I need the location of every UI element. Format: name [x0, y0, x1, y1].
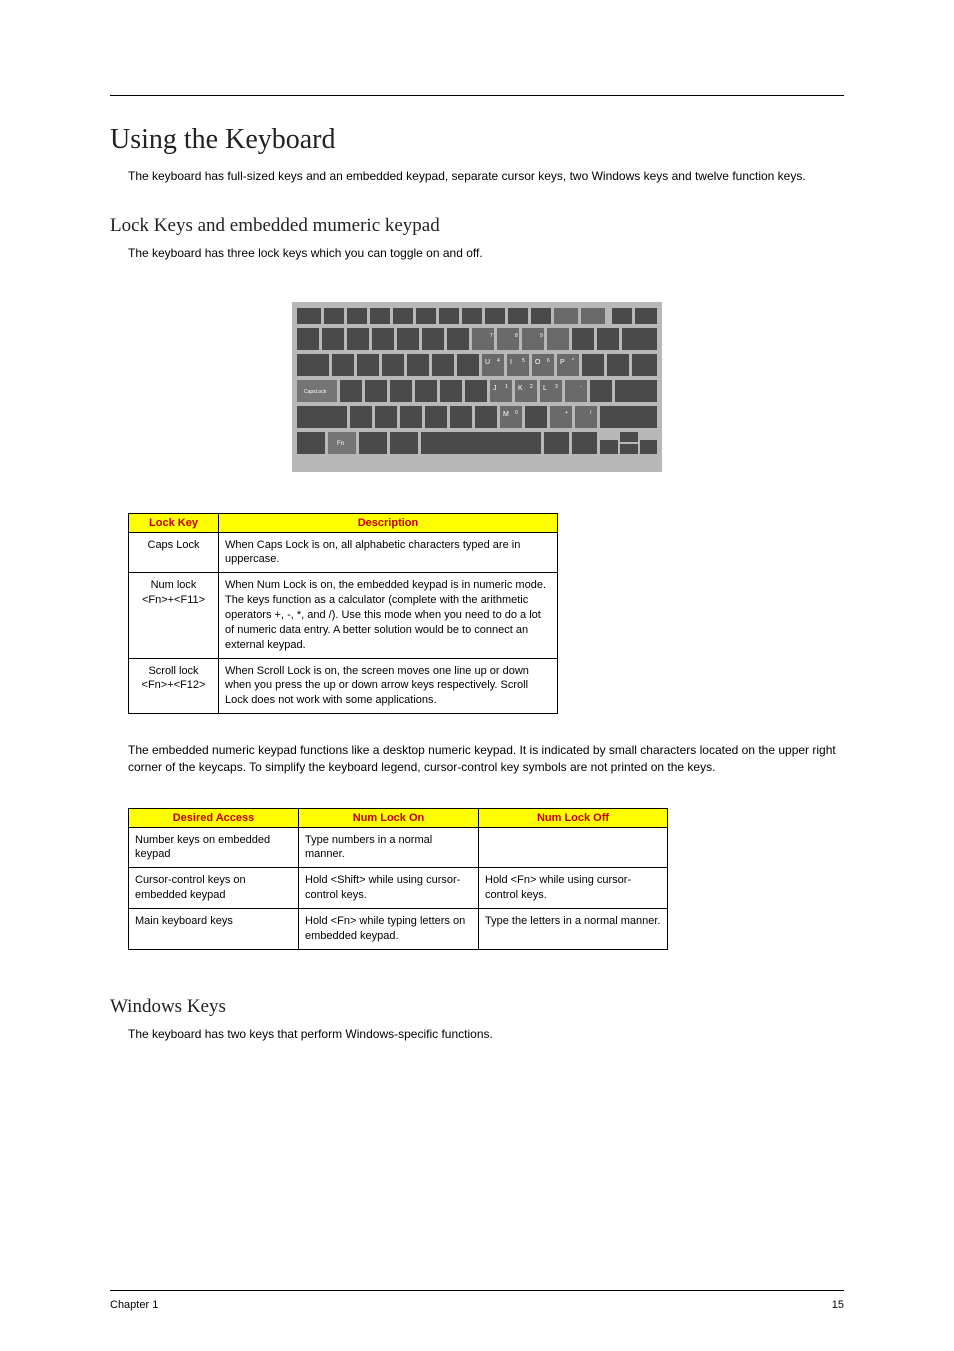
- table2-header-access: Desired Access: [129, 808, 299, 827]
- svg-text:6: 6: [547, 358, 550, 364]
- table-row: Cursor-control keys on embedded keypad H…: [129, 868, 668, 909]
- svg-text:P: P: [560, 359, 565, 366]
- table1-r2-desc: When Scroll Lock is on, the screen moves…: [219, 658, 558, 714]
- section-lock-keys-heading: Lock Keys and embedded mumeric keypad: [110, 215, 844, 237]
- table2-r2-c2: Hold <Fn> while typing letters on embedd…: [299, 909, 479, 950]
- table2-r1-c3: Hold <Fn> while using cursor-control key…: [479, 868, 668, 909]
- keyboard-icon: 7 8 9 U 4 I: [292, 302, 662, 472]
- table1-header-description: Description: [219, 513, 558, 532]
- embedded-keypad-paragraph: The embedded numeric keypad functions li…: [128, 742, 844, 776]
- svg-text:2: 2: [530, 384, 533, 390]
- svg-text:Fn: Fn: [337, 441, 344, 447]
- svg-text:3: 3: [555, 384, 558, 390]
- svg-text:0: 0: [515, 410, 518, 416]
- svg-text:*: *: [572, 358, 574, 364]
- lock-keys-text: The keyboard has three lock keys which y…: [128, 245, 844, 262]
- svg-text:M: M: [503, 411, 509, 418]
- table2-r0-c1: Number keys on embedded keypad: [129, 827, 299, 868]
- table-row: Main keyboard keys Hold <Fn> while typin…: [129, 909, 668, 950]
- svg-text:U: U: [485, 359, 490, 366]
- table-row: Num lock <Fn>+<F11> When Num Lock is on,…: [129, 573, 558, 658]
- svg-text:I: I: [510, 359, 512, 366]
- table2-header-numlockoff: Num Lock Off: [479, 808, 668, 827]
- page-title: Using the Keyboard: [110, 124, 844, 156]
- svg-text:CapsLock: CapsLock: [304, 389, 327, 395]
- table-row: Caps Lock When Caps Lock is on, all alph…: [129, 532, 558, 573]
- table2-r1-c2: Hold <Shift> while using cursor-control …: [299, 868, 479, 909]
- svg-text:+: +: [565, 410, 568, 416]
- table-row: Scroll lock <Fn>+<F12> When Scroll Lock …: [129, 658, 558, 714]
- numlock-access-table: Desired Access Num Lock On Num Lock Off …: [128, 808, 668, 950]
- svg-text:O: O: [535, 359, 541, 366]
- svg-text:4: 4: [497, 358, 500, 364]
- svg-text:5: 5: [522, 358, 525, 364]
- table1-header-lockkey: Lock Key: [129, 513, 219, 532]
- svg-text:L: L: [543, 385, 547, 392]
- keyboard-image: 7 8 9 U 4 I: [110, 302, 844, 477]
- svg-text:J: J: [493, 385, 497, 392]
- table1-r0-desc: When Caps Lock is on, all alphabetic cha…: [219, 532, 558, 573]
- table1-r0-key: Caps Lock: [129, 532, 219, 573]
- intro-paragraph: The keyboard has full-sized keys and an …: [128, 168, 844, 185]
- top-horizontal-rule: [110, 95, 844, 96]
- table1-r1-key: Num lock <Fn>+<F11>: [129, 573, 219, 658]
- windows-keys-text: The keyboard has two keys that perform W…: [128, 1026, 844, 1043]
- footer-chapter: Chapter 1: [110, 1299, 158, 1311]
- lock-keys-table: Lock Key Description Caps Lock When Caps…: [128, 513, 558, 714]
- table2-r2-c3: Type the letters in a normal manner.: [479, 909, 668, 950]
- table1-r2-key: Scroll lock <Fn>+<F12>: [129, 658, 219, 714]
- table2-r0-c3: [479, 827, 668, 868]
- svg-text:8: 8: [515, 333, 518, 339]
- table2-header-numlockon: Num Lock On: [299, 808, 479, 827]
- table1-r1-desc: When Num Lock is on, the embedded keypad…: [219, 573, 558, 658]
- section-windows-keys-heading: Windows Keys: [110, 996, 844, 1018]
- svg-text:1: 1: [505, 384, 508, 390]
- svg-text:9: 9: [540, 333, 543, 339]
- table2-r0-c2: Type numbers in a normal manner.: [299, 827, 479, 868]
- svg-text:K: K: [518, 385, 523, 392]
- svg-text:7: 7: [490, 333, 493, 339]
- footer-page-number: 15: [832, 1299, 844, 1311]
- table2-r1-c1: Cursor-control keys on embedded keypad: [129, 868, 299, 909]
- table2-r2-c1: Main keyboard keys: [129, 909, 299, 950]
- table-row: Number keys on embedded keypad Type numb…: [129, 827, 668, 868]
